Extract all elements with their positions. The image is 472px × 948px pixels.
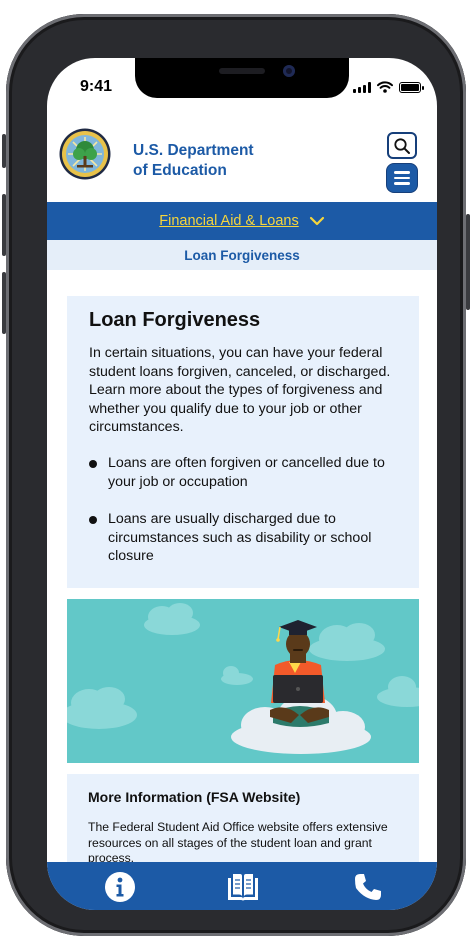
signal-icon [353, 81, 371, 93]
department-name-line1: U.S. Department [133, 142, 254, 159]
wifi-icon [377, 81, 393, 93]
bullet-icon [89, 516, 97, 524]
list-item: Loans are usually discharged due to circ… [89, 510, 413, 566]
breadcrumb-current: Loan Forgiveness [184, 247, 300, 263]
volume-down-button [2, 272, 6, 334]
book-icon [228, 874, 258, 901]
department-seal-icon[interactable] [59, 128, 111, 180]
section-nav[interactable]: Financial Aid & Loans [47, 202, 437, 240]
mute-switch [2, 134, 6, 168]
loan-forgiveness-card: Loan Forgiveness In certain situations, … [67, 296, 419, 588]
list-item-text: Loans are usually discharged due to circ… [108, 511, 372, 564]
breadcrumb: Loan Forgiveness [47, 240, 437, 270]
more-info-card[interactable]: More Information (FSA Website) The Feder… [67, 774, 419, 874]
list-item-text: Loans are often forgiven or cancelled du… [108, 455, 385, 490]
tab-info[interactable] [103, 870, 137, 904]
department-name[interactable]: U.S. Department of Education [133, 141, 254, 181]
speaker [219, 68, 265, 74]
info-icon [105, 872, 135, 902]
list-item: Loans are often forgiven or cancelled du… [89, 454, 413, 491]
bottom-tab-bar [47, 862, 437, 910]
search-button[interactable] [387, 132, 417, 159]
hamburger-menu-icon [394, 171, 410, 174]
power-button [466, 214, 470, 310]
more-info-title[interactable]: More Information (FSA Website) [88, 789, 300, 805]
tab-resources[interactable] [226, 870, 260, 904]
section-nav-label[interactable]: Financial Aid & Loans [159, 213, 298, 229]
status-icons [353, 81, 424, 93]
volume-up-button [2, 194, 6, 256]
more-info-text: The Federal Student Aid Office website o… [88, 820, 388, 865]
department-name-line2: of Education [133, 162, 227, 179]
site-header: U.S. Department of Education [47, 118, 437, 202]
battery-icon [399, 81, 424, 93]
screen: 9:41 U.S. Department of Education Financ… [47, 58, 437, 910]
phone-icon [355, 874, 381, 900]
graduate-on-cloud-image [67, 603, 419, 754]
front-camera [283, 65, 295, 77]
search-icon [394, 137, 410, 154]
tab-call[interactable] [351, 870, 385, 904]
intro-text: In certain situations, you can have your… [89, 345, 391, 435]
graduate-illustration [67, 599, 419, 763]
phone-frame: 9:41 U.S. Department of Education Financ… [2, 14, 470, 936]
menu-button[interactable] [387, 164, 417, 192]
status-time: 9:41 [80, 78, 113, 95]
bullet-icon [89, 460, 97, 468]
page-title: Loan Forgiveness [89, 309, 261, 331]
notch [135, 58, 349, 98]
chevron-down-icon[interactable] [309, 216, 325, 226]
